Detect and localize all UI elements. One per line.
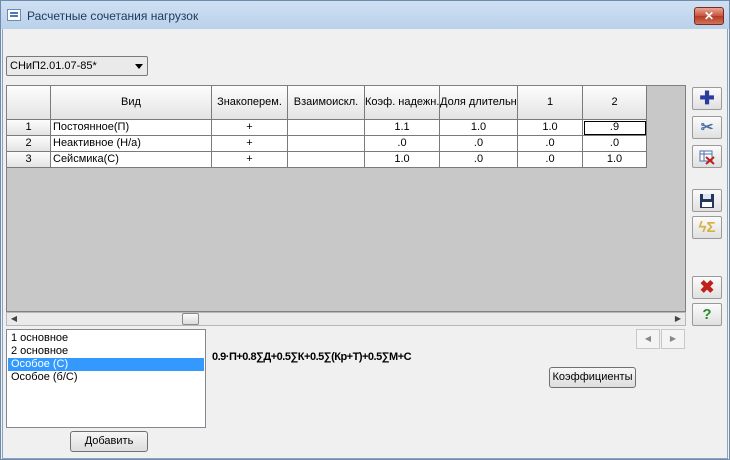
- cell-vzaim[interactable]: [288, 152, 365, 168]
- cell-koef[interactable]: .0: [365, 136, 440, 152]
- cell-vzaim[interactable]: [288, 120, 365, 136]
- prev-button[interactable]: ◀: [636, 329, 660, 349]
- scroll-right-icon[interactable]: ▶: [671, 313, 685, 325]
- app-icon: [7, 9, 21, 21]
- scissors-icon: ✂: [700, 119, 714, 136]
- cell-koef[interactable]: 1.0: [365, 152, 440, 168]
- next-button[interactable]: ▶: [661, 329, 685, 349]
- cell-c2-selected[interactable]: .9: [583, 120, 647, 136]
- col-header-znak[interactable]: Знакоперем.: [212, 86, 288, 120]
- sum-lightning-button[interactable]: ϟΣ: [692, 216, 722, 239]
- cell-koef[interactable]: 1.1: [365, 120, 440, 136]
- close-x-button[interactable]: ✖: [692, 276, 722, 299]
- help-button[interactable]: ?: [692, 303, 722, 326]
- row-header[interactable]: 1: [7, 120, 51, 136]
- col-header-dolya[interactable]: Доля длительн.: [440, 86, 518, 120]
- list-item-selected[interactable]: Особое (С): [8, 358, 204, 371]
- save-button[interactable]: [692, 189, 722, 212]
- cell-dolya[interactable]: 1.0: [440, 120, 518, 136]
- window-title: Расчетные сочетания нагрузок: [27, 9, 199, 23]
- cell-dolya[interactable]: .0: [440, 152, 518, 168]
- combination-formula: 0.9·П+0.8∑Д+0.5∑К+0.5∑(Кр+Т)+0.5∑М+С: [212, 351, 412, 363]
- cell-znak[interactable]: +: [212, 152, 288, 168]
- cell-vzaim[interactable]: [288, 136, 365, 152]
- floppy-icon: [700, 194, 714, 208]
- row-header[interactable]: 2: [7, 136, 51, 152]
- question-icon: ?: [702, 306, 712, 323]
- table-delete-icon: [699, 150, 715, 165]
- cell-znak[interactable]: +: [212, 136, 288, 152]
- col-header-koef[interactable]: Коэф. надежн.: [365, 86, 440, 120]
- cell-vid[interactable]: Сейсмика(С): [51, 152, 212, 168]
- table-horizontal-scrollbar[interactable]: ◀ ▶: [6, 312, 686, 326]
- chevron-down-icon[interactable]: [135, 64, 143, 69]
- cell-c1[interactable]: 1.0: [518, 120, 583, 136]
- col-header-vzaim[interactable]: Взаимоискл.: [288, 86, 365, 120]
- norm-select-value: СНиП2.01.07-85*: [10, 60, 97, 72]
- red-x-icon: ✖: [699, 277, 715, 297]
- cell-c2[interactable]: 1.0: [583, 152, 647, 168]
- window-close-button[interactable]: ✕: [694, 7, 724, 25]
- col-header-2[interactable]: 2: [583, 86, 647, 120]
- cell-znak[interactable]: +: [212, 120, 288, 136]
- delete-table-button[interactable]: [692, 145, 722, 168]
- add-row-button[interactable]: ✚: [692, 87, 722, 110]
- lightning-sum-icon: ϟΣ: [698, 219, 716, 236]
- loads-table: Вид Знакоперем. Взаимоискл. Коэф. надежн…: [6, 85, 686, 312]
- list-item[interactable]: 1 основное: [8, 332, 204, 345]
- col-header-vid[interactable]: Вид: [51, 86, 212, 120]
- cut-button[interactable]: ✂: [692, 116, 722, 139]
- plus-icon: ✚: [699, 88, 715, 108]
- title-bar: Расчетные сочетания нагрузок ✕: [1, 1, 729, 29]
- cell-dolya[interactable]: .0: [440, 136, 518, 152]
- cell-vid[interactable]: Постоянное(П): [51, 120, 212, 136]
- cell-c1[interactable]: .0: [518, 152, 583, 168]
- scrollbar-thumb[interactable]: [182, 313, 199, 325]
- cell-c2[interactable]: .0: [583, 136, 647, 152]
- list-item[interactable]: 2 основное: [8, 345, 204, 358]
- row-header[interactable]: 3: [7, 152, 51, 168]
- cell-c1[interactable]: .0: [518, 136, 583, 152]
- cell-vid[interactable]: Неактивное (Н/а): [51, 136, 212, 152]
- list-item[interactable]: Особое (б/С): [8, 371, 204, 384]
- corner-header: [7, 86, 51, 120]
- add-button[interactable]: Добавить: [70, 431, 148, 452]
- scroll-left-icon[interactable]: ◀: [7, 313, 21, 325]
- norm-select[interactable]: СНиП2.01.07-85*: [6, 56, 148, 76]
- coefficients-button[interactable]: Коэффициенты: [549, 367, 636, 388]
- col-header-1[interactable]: 1: [518, 86, 583, 120]
- combinations-list[interactable]: 1 основное 2 основное Особое (С) Особое …: [6, 329, 206, 428]
